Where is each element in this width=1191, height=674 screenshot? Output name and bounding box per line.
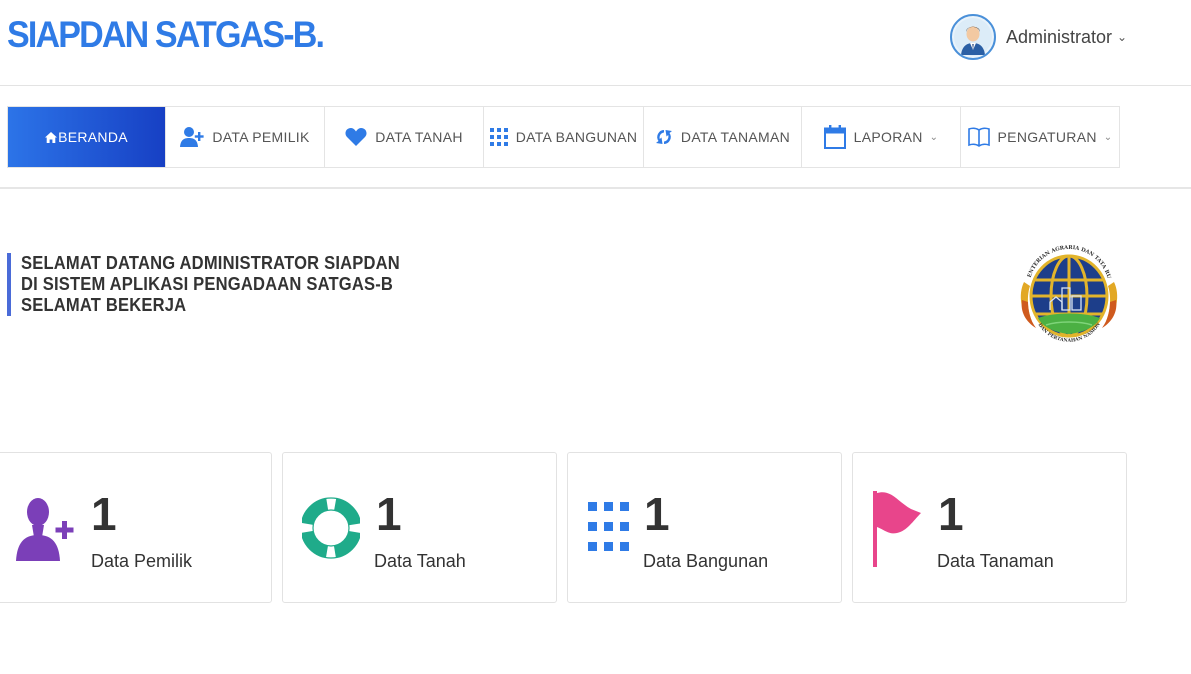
stat-card-data-bangunan[interactable]: 1 Data Bangunan: [567, 452, 842, 603]
top-header: SIAPDAN SATGAS-B. Administrator ⌄: [0, 0, 1191, 86]
book-icon: [967, 127, 990, 147]
refresh-icon: [655, 130, 672, 144]
nav-item-data-bangunan[interactable]: DATA BANGUNAN: [484, 107, 644, 167]
nav-item-label: DATA TANAMAN: [680, 129, 791, 145]
flag-icon: [873, 491, 921, 567]
app-brand[interactable]: SIAPDAN SATGAS-B.: [7, 14, 325, 56]
nav-item-label: BERANDA: [58, 129, 128, 145]
user-name[interactable]: Administrator: [1006, 27, 1112, 48]
calendar-icon: [823, 125, 846, 149]
user-menu[interactable]: Administrator ⌄: [950, 8, 1127, 66]
heart-icon: [345, 128, 367, 146]
chevron-down-icon: ⌄: [929, 131, 939, 143]
stat-card-data-tanah[interactable]: 1 Data Tanah: [282, 452, 557, 603]
stat-label: Data Tanah: [374, 551, 466, 571]
main-nav: BERANDA DATA PEMILIK DATA TANAH DATA BAN…: [7, 106, 1120, 168]
stat-value: 1: [91, 488, 117, 540]
lifebuoy-icon: [302, 497, 360, 559]
welcome-line: SELAMAT BEKERJA: [21, 295, 187, 315]
chevron-down-icon[interactable]: ⌄: [1117, 30, 1127, 44]
stat-value: 1: [376, 488, 402, 540]
welcome-line: DI SISTEM APLIKASI PENGADAAN SATGAS-B: [21, 274, 394, 294]
user-avatar-icon: [954, 18, 992, 56]
welcome-message: SELAMAT DATANG ADMINISTRATOR SIAPDAN DI …: [7, 253, 433, 316]
stat-value: 1: [938, 488, 964, 540]
nav-bar-wrapper: BERANDA DATA PEMILIK DATA TANAH DATA BAN…: [0, 86, 1191, 189]
stat-card-data-pemilik[interactable]: 1 Data Pemilik: [0, 452, 272, 603]
home-icon: [45, 131, 58, 143]
nav-item-pengaturan[interactable]: PENGATURAN ⌄: [961, 107, 1119, 167]
nav-item-label: LAPORAN: [853, 129, 923, 145]
nav-item-label: DATA PEMILIK: [212, 129, 310, 145]
grid-icon: [489, 128, 508, 146]
grid-icon: [588, 502, 629, 551]
atr-bpn-logo: KEMENTERIAN AGRARIA DAN TATA RUANG BADAN…: [1016, 222, 1118, 344]
nav-item-label: DATA BANGUNAN: [515, 129, 638, 145]
stat-label: Data Pemilik: [91, 551, 193, 571]
welcome-line: SELAMAT DATANG ADMINISTRATOR SIAPDAN: [21, 253, 400, 273]
nav-item-laporan[interactable]: LAPORAN ⌄: [802, 107, 961, 167]
stat-card-data-tanaman[interactable]: 1 Data Tanaman: [852, 452, 1127, 603]
nav-item-beranda[interactable]: BERANDA: [8, 107, 166, 167]
user-plus-icon: [16, 498, 74, 561]
stat-label: Data Tanaman: [937, 551, 1054, 571]
stat-value: 1: [644, 488, 670, 540]
nav-item-label: DATA TANAH: [375, 129, 463, 145]
nav-item-data-pemilik[interactable]: DATA PEMILIK: [166, 107, 325, 167]
nav-item-data-tanaman[interactable]: DATA TANAMAN: [644, 107, 802, 167]
user-plus-icon: [180, 127, 204, 147]
nav-item-data-tanah[interactable]: DATA TANAH: [325, 107, 484, 167]
avatar[interactable]: [950, 14, 996, 60]
nav-item-label: PENGATURAN: [997, 129, 1097, 145]
stat-label: Data Bangunan: [643, 551, 769, 571]
chevron-down-icon: ⌄: [1103, 131, 1113, 143]
